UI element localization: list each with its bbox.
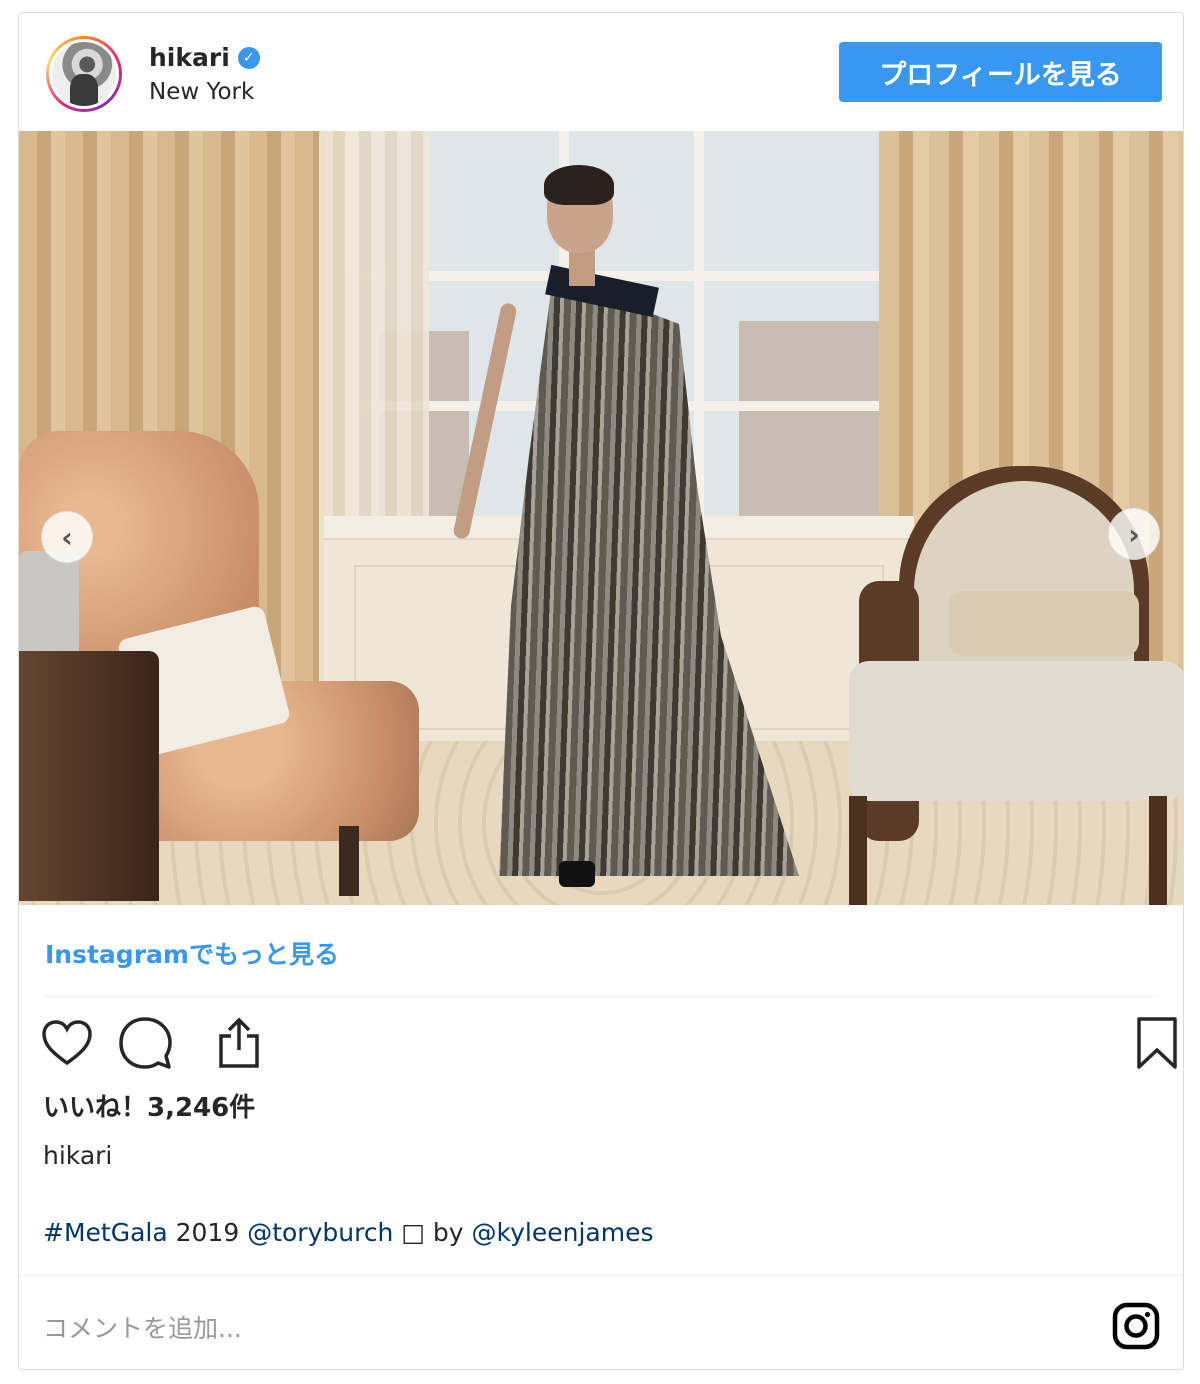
woman-in-gown (452, 165, 839, 891)
side-table (19, 651, 159, 901)
post-photo[interactable]: ‹ › (19, 131, 1183, 905)
username[interactable]: hikari ✓ (149, 43, 260, 72)
caption-username[interactable]: hikari (43, 1141, 112, 1170)
view-profile-button[interactable]: プロフィールを見る (839, 42, 1162, 102)
like-count[interactable]: いいね！3,246件 (43, 1087, 255, 1124)
more-on-instagram-link[interactable]: Instagramでもっと見る (45, 935, 339, 971)
location[interactable]: New York (149, 79, 254, 105)
hashtag-link[interactable]: #MetGala (43, 1218, 168, 1247)
add-comment-input[interactable]: コメントを追加... (43, 1309, 242, 1345)
mention-link[interactable]: @kyleenjames (472, 1218, 654, 1247)
post-header: hikari ✓ New York プロフィールを見る (19, 13, 1183, 131)
instagram-embed-card: hikari ✓ New York プロフィールを見る ‹ › Instagra… (18, 12, 1184, 1370)
divider (19, 1275, 1183, 1276)
caption: #MetGala 2019 @toryburch □ by @kyleenjam… (43, 1218, 654, 1247)
caption-text: 2019 (167, 1218, 248, 1247)
verified-badge-icon: ✓ (237, 46, 260, 69)
bookmark-icon[interactable] (1129, 1013, 1183, 1073)
action-bar (39, 1013, 1177, 1083)
username-text[interactable]: hikari (149, 43, 230, 72)
mention-link[interactable]: @toryburch (247, 1218, 393, 1247)
avatar[interactable] (46, 36, 122, 112)
share-icon[interactable] (211, 1013, 267, 1073)
comment-bubble-icon[interactable] (117, 1013, 173, 1073)
caption-text: □ by (393, 1218, 472, 1247)
heart-icon[interactable] (39, 1013, 95, 1073)
instagram-logo-icon[interactable] (1111, 1301, 1161, 1351)
chevron-right-icon[interactable]: › (1108, 508, 1160, 560)
chevron-left-icon[interactable]: ‹ (41, 511, 93, 563)
divider (45, 996, 1157, 997)
